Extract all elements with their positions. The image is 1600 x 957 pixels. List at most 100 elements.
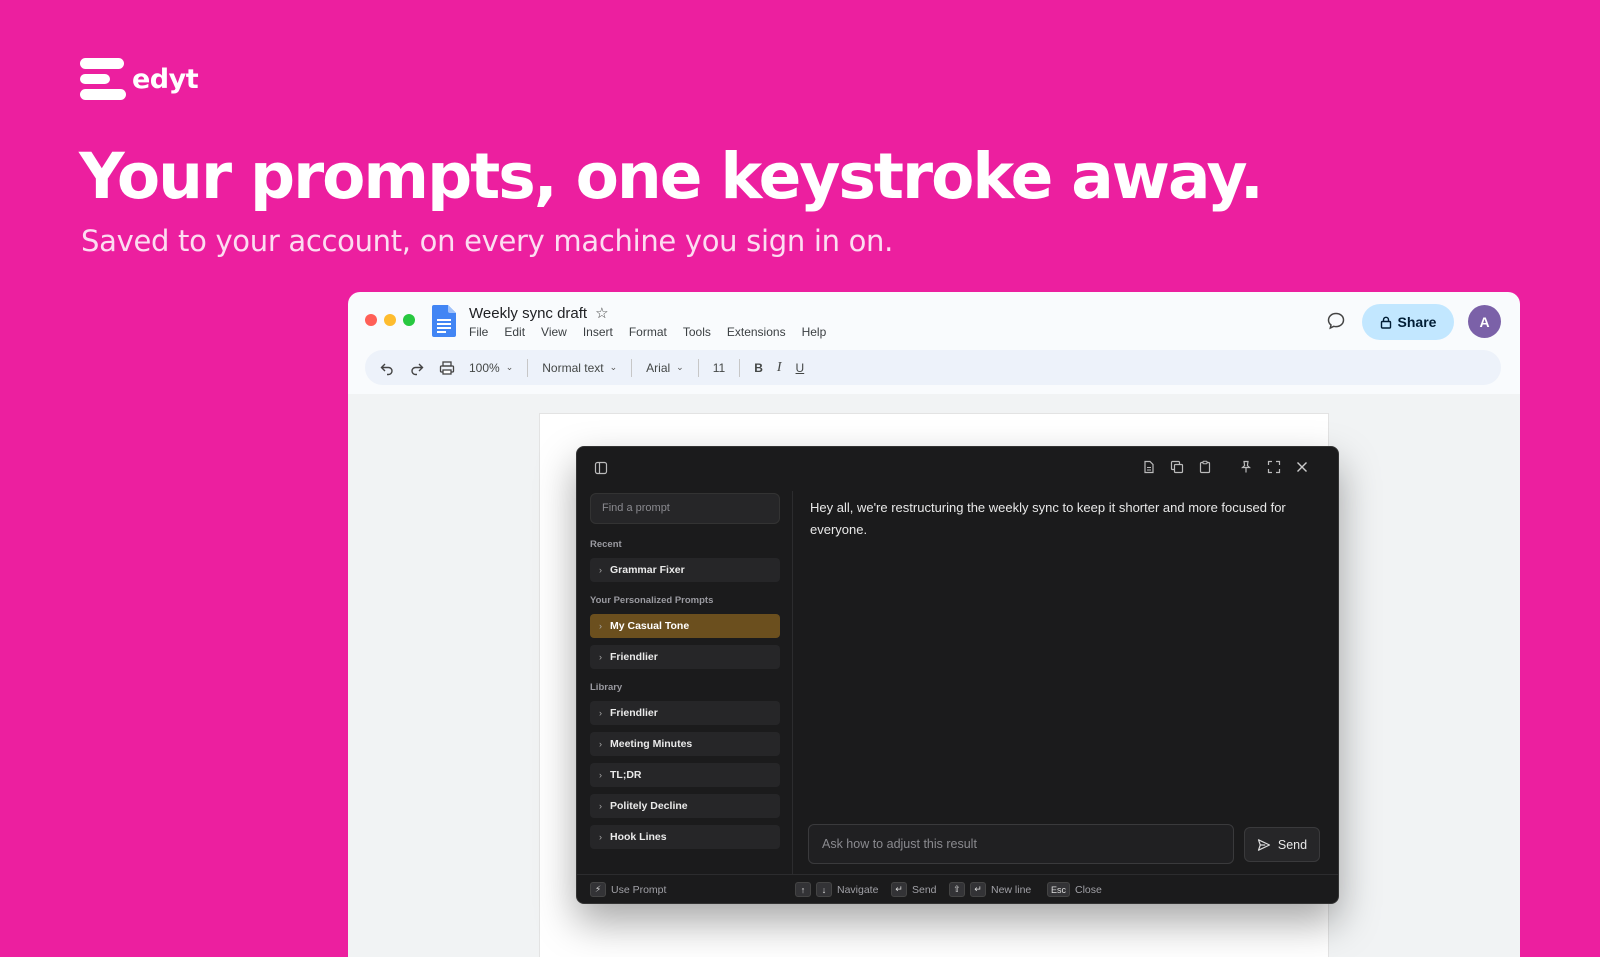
- result-message: Hey all, we're restructuring the weekly …: [810, 500, 1286, 537]
- redo-icon: [411, 363, 424, 375]
- library-item-politely-decline[interactable]: › Politely Decline: [590, 794, 780, 818]
- section-personalized: Your Personalized Prompts: [590, 595, 714, 606]
- shortcut-footer: ⚡ Use Prompt ↑ ↓ Navigate ↵ Send ⇧ ↵ New…: [577, 874, 1338, 904]
- chevron-right-icon: ›: [599, 565, 602, 575]
- arrow-down-icon: ↓: [816, 882, 832, 897]
- menu-insert[interactable]: Insert: [583, 325, 613, 339]
- hero-subhead: Saved to your account, on every machine …: [81, 224, 894, 258]
- library-item-meeting-minutes[interactable]: › Meeting Minutes: [590, 732, 780, 756]
- send-button[interactable]: Send: [1244, 827, 1320, 862]
- minimize-window-button[interactable]: [384, 314, 396, 326]
- send-icon: [1257, 838, 1270, 851]
- comment-icon[interactable]: [1326, 311, 1346, 331]
- arrow-up-icon: ↑: [795, 882, 811, 897]
- expand-icon[interactable]: [1267, 460, 1281, 474]
- print-button[interactable]: [439, 360, 455, 376]
- prompt-panel: Find a prompt Recent › Grammar Fixer You…: [576, 446, 1339, 904]
- send-label: Send: [1277, 837, 1308, 852]
- chevron-right-icon: ›: [599, 739, 602, 749]
- prompt-item-friendlier[interactable]: › Friendlier: [590, 645, 780, 669]
- prompt-item-label: TL;DR: [610, 769, 642, 781]
- document-icon[interactable]: [1142, 460, 1156, 474]
- document-title-text[interactable]: Weekly sync draft: [469, 305, 587, 322]
- prompt-item-label: Friendlier: [610, 707, 658, 719]
- send-hint: ↵ Send: [891, 882, 937, 897]
- share-button[interactable]: Share: [1362, 304, 1454, 340]
- use-prompt-hint: ⚡ Use Prompt: [590, 882, 666, 897]
- esc-key: Esc: [1047, 882, 1071, 897]
- toolbar-divider: [631, 358, 633, 377]
- star-icon[interactable]: ☆: [595, 304, 608, 322]
- undo-button[interactable]: [379, 360, 395, 376]
- brand-name: edyt: [132, 63, 199, 95]
- menu-view[interactable]: View: [541, 325, 567, 339]
- return-key-icon: ↵: [970, 882, 986, 897]
- adjust-result-input[interactable]: Ask how to adjust this result: [808, 824, 1234, 864]
- library-item-tldr[interactable]: › TL;DR: [590, 763, 780, 787]
- chevron-right-icon: ›: [599, 832, 602, 842]
- pin-icon[interactable]: [1239, 460, 1253, 474]
- clipboard-icon[interactable]: [1198, 460, 1212, 474]
- library-item-hook-lines[interactable]: › Hook Lines: [590, 825, 780, 849]
- new-line-label: New line: [991, 883, 1032, 896]
- prompt-item-label: Hook Lines: [610, 831, 667, 843]
- font-value: Arial: [646, 360, 671, 375]
- italic-button[interactable]: I: [777, 360, 782, 376]
- underline-button[interactable]: U: [796, 361, 805, 375]
- prompt-item-label: Meeting Minutes: [610, 738, 693, 750]
- close-hint: Esc Close: [1047, 882, 1102, 897]
- chevron-down-icon: ⌄: [676, 362, 684, 372]
- font-size-value: 11: [712, 360, 726, 375]
- prompt-item-label: Politely Decline: [610, 800, 688, 812]
- docs-toolbar: 100% ⌄ Normal text ⌄ Arial ⌄ 11 B I U: [365, 350, 1501, 385]
- prompt-item-label: Friendlier: [610, 651, 658, 663]
- avatar[interactable]: A: [1468, 305, 1501, 338]
- library-item-friendlier[interactable]: › Friendlier: [590, 701, 780, 725]
- document-title: Weekly sync draft ☆: [469, 304, 609, 323]
- brand-logo: edyt: [80, 56, 199, 102]
- window-controls: [365, 314, 415, 326]
- title-bar: Weekly sync draft ☆ File Edit View Inser…: [348, 292, 1520, 350]
- chevron-down-icon: ⌄: [609, 362, 618, 372]
- chevron-right-icon: ›: [599, 621, 602, 631]
- close-icon[interactable]: [1295, 460, 1309, 474]
- section-recent: Recent: [590, 539, 622, 550]
- prompt-search-input[interactable]: Find a prompt: [590, 493, 780, 524]
- menu-tools[interactable]: Tools: [683, 325, 711, 339]
- menu-extensions[interactable]: Extensions: [727, 325, 786, 339]
- edyt-logo-icon: [80, 58, 126, 100]
- zoom-select[interactable]: 100% ⌄: [469, 361, 513, 375]
- menu-edit[interactable]: Edit: [504, 325, 525, 339]
- new-line-hint: ⇧ ↵ New line: [949, 882, 1031, 897]
- menu-format[interactable]: Format: [629, 325, 667, 339]
- maximize-window-button[interactable]: [403, 314, 415, 326]
- prompt-item-label: My Casual Tone: [610, 620, 690, 632]
- menu-file[interactable]: File: [469, 325, 488, 339]
- chevron-right-icon: ›: [599, 652, 602, 662]
- font-select[interactable]: Arial ⌄: [646, 361, 684, 375]
- close-window-button[interactable]: [365, 314, 377, 326]
- bold-button[interactable]: B: [754, 361, 763, 375]
- toolbar-divider: [697, 358, 699, 377]
- chevron-right-icon: ›: [599, 708, 602, 718]
- chevron-down-icon: ⌄: [505, 362, 514, 372]
- close-hint-label: Close: [1075, 883, 1102, 896]
- font-size-field[interactable]: 11: [713, 361, 725, 375]
- prompt-item-grammar-fixer[interactable]: › Grammar Fixer: [590, 558, 780, 582]
- lock-icon: [1380, 316, 1391, 329]
- google-docs-icon[interactable]: [432, 305, 456, 337]
- navigate-hint: ↑ ↓ Navigate: [795, 882, 878, 897]
- menu-help[interactable]: Help: [802, 325, 827, 339]
- toolbar-divider: [527, 358, 529, 377]
- zoom-value: 100%: [469, 360, 500, 375]
- prompt-item-my-casual-tone[interactable]: › My Casual Tone: [590, 614, 780, 638]
- copy-icon[interactable]: [1170, 460, 1184, 474]
- toolbar-divider: [739, 358, 741, 377]
- shift-key-icon: ⇧: [949, 882, 965, 897]
- paragraph-style-select[interactable]: Normal text ⌄: [542, 361, 617, 375]
- share-label: Share: [1397, 314, 1437, 330]
- navigate-label: Navigate: [837, 883, 879, 896]
- use-prompt-label: Use Prompt: [611, 883, 667, 896]
- redo-button[interactable]: [409, 360, 425, 376]
- sidebar-toggle-icon[interactable]: [594, 461, 608, 475]
